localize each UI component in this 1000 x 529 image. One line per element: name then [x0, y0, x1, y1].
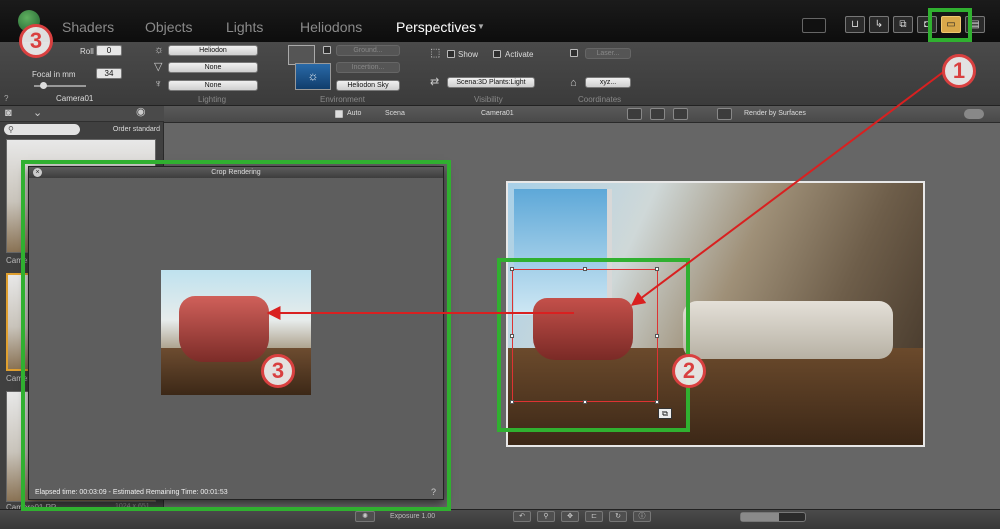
scene-select[interactable]: Scena	[385, 110, 405, 117]
help-icon[interactable]: ?	[4, 94, 8, 103]
tab-objects[interactable]: Objects	[145, 19, 192, 35]
visibility-set-select[interactable]: Scena:3D Plants:Light	[447, 77, 535, 88]
render-mode-select[interactable]: Render by Surfaces	[744, 110, 806, 117]
cart-icon[interactable]: ⊔	[845, 16, 865, 33]
ground-button[interactable]: Ground...	[336, 45, 400, 56]
fit-icon[interactable]	[650, 108, 665, 120]
incertion-button[interactable]: Incertion...	[336, 62, 400, 73]
refresh-icon[interactable]: ↻	[609, 511, 627, 522]
lamp-icon: ♆	[154, 78, 163, 90]
environment-color[interactable]	[288, 45, 315, 65]
layers-icon: ⇄	[430, 76, 440, 88]
ground-checkbox[interactable]	[323, 46, 331, 54]
eye-icon[interactable]: ◉	[136, 107, 146, 118]
annotation-highlight-crop-button	[928, 8, 972, 42]
camera-name: Camera01	[56, 94, 94, 103]
activate-label: Activate	[505, 50, 534, 59]
render-area-icon[interactable]	[717, 108, 732, 120]
pan-icon[interactable]: ✥	[561, 511, 579, 522]
light-select-1[interactable]: None	[168, 62, 258, 73]
coordinates-section-label: Coordinates	[578, 95, 622, 104]
activate-checkbox[interactable]	[493, 50, 501, 58]
annotation-highlight-crop-area	[497, 258, 690, 432]
search-input[interactable]: ⚲	[4, 124, 80, 135]
sky-preview[interactable]: ☼	[295, 63, 331, 90]
tab-lights[interactable]: Lights	[226, 19, 263, 35]
show-label: Show	[458, 50, 479, 59]
camera-select[interactable]: Camera01	[481, 110, 514, 117]
exposure-select[interactable]: Exposure 1.00	[390, 513, 435, 520]
render-progress-fill	[741, 513, 780, 521]
door-icon[interactable]: ⊏	[585, 511, 603, 522]
view-header: Auto Scena Camera01 Render by Surfaces	[164, 106, 1000, 123]
laser-checkbox[interactable]	[570, 49, 578, 57]
tab-shaders[interactable]: Shaders	[62, 19, 114, 35]
order-select[interactable]: Order standard	[82, 124, 160, 135]
app-window: Shaders Objects Lights Heliodons Perspec…	[0, 0, 1000, 529]
visibility-section-label: Visibility	[474, 95, 503, 104]
selection-icon: ⬚	[430, 47, 441, 59]
auto-label: Auto	[347, 110, 362, 117]
annotation-highlight-dialog	[21, 160, 451, 511]
tab-heliodons[interactable]: Heliodons	[300, 19, 362, 35]
annotation-step-3: 3	[261, 354, 295, 388]
top-tab-bar: Shaders Objects Lights Heliodons Perspec…	[0, 0, 1000, 42]
environment-section-label: Environment	[320, 95, 365, 104]
sidebar-menu-icon[interactable]: ⌄	[33, 108, 42, 119]
sky-select[interactable]: Heliodon Sky	[336, 80, 400, 91]
render-toggle[interactable]	[964, 109, 984, 119]
annotation-step-2: 2	[672, 354, 706, 388]
auto-checkbox[interactable]	[335, 110, 343, 118]
export-icon[interactable]: ↳	[869, 16, 889, 33]
heliodon-select[interactable]: Heliodon	[168, 45, 258, 56]
focal-label: Focal in mm	[32, 70, 76, 79]
render-progress-bar	[740, 512, 806, 522]
zoom-icon[interactable]: ⚲	[537, 511, 555, 522]
xyz-button[interactable]: xyz...	[585, 77, 631, 88]
save-view-icon[interactable]	[673, 108, 688, 120]
sofa-render	[683, 301, 893, 359]
sun-icon: ☼	[154, 44, 165, 56]
bottom-status-bar: ✺ Exposure 1.00 ↶ ⚲ ✥ ⊏ ↻ ⓘ	[0, 509, 1000, 529]
laser-button[interactable]: Laser...	[585, 48, 631, 59]
tab-perspectives[interactable]: Perspectives	[396, 19, 476, 35]
light-select-2[interactable]: None	[168, 80, 258, 91]
info-icon[interactable]: ⓘ	[633, 511, 651, 522]
show-checkbox[interactable]	[447, 50, 455, 58]
window-icon[interactable]: ⧉	[893, 16, 913, 33]
chevron-down-icon[interactable]: ▼	[477, 22, 485, 31]
color-swatch[interactable]	[802, 18, 826, 33]
sidebar-toolbar: ◙ ⌄ ◉	[0, 106, 164, 122]
undo-icon[interactable]: ↶	[513, 511, 531, 522]
frame-icon[interactable]	[627, 108, 642, 120]
spotlight-icon: ▽	[154, 61, 163, 73]
annotation-step-1: 1	[942, 54, 976, 88]
lighting-section-label: Lighting	[198, 95, 227, 104]
focal-slider-knob[interactable]	[40, 82, 47, 89]
lock-icon: ⌂	[570, 77, 577, 89]
focal-input[interactable]: 34	[96, 68, 122, 79]
roll-input[interactable]: 0	[96, 45, 122, 56]
annotation-step-3: 3	[19, 24, 53, 58]
roll-label: Roll	[80, 47, 94, 56]
exposure-icon[interactable]: ✺	[355, 511, 375, 522]
add-camera-icon[interactable]: ◙	[5, 108, 12, 119]
